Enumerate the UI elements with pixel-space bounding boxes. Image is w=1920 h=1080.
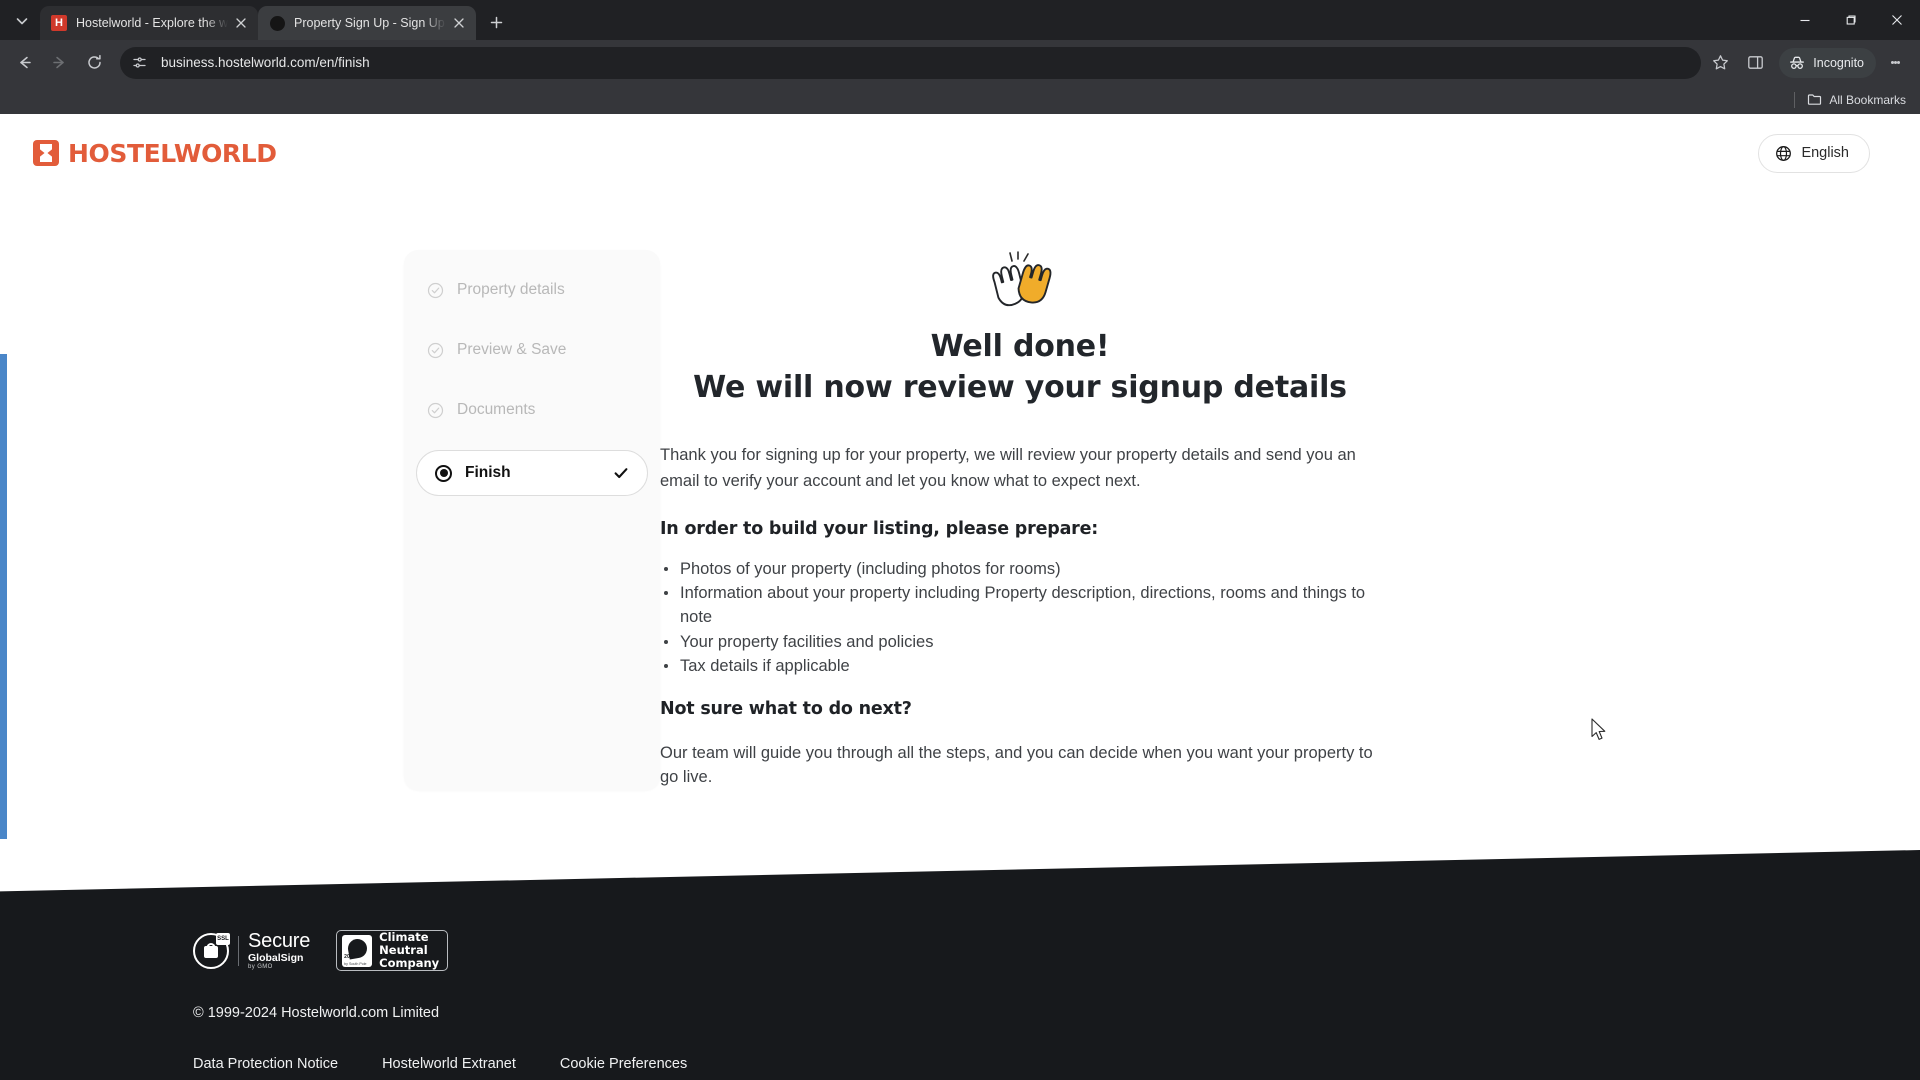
prepare-list: Photos of your property (including photo… [660, 557, 1380, 679]
climate-by: by South Pole [344, 961, 367, 966]
climate-line-3: Company [379, 955, 440, 970]
secure-subprovider: by GMO [248, 964, 273, 971]
three-dot-menu-icon[interactable] [1880, 47, 1910, 79]
clapping-hands-emoji [660, 250, 1380, 312]
secure-badge-text: Secure GlobalSign by GMO [248, 931, 310, 971]
next-paragraph: Our team will guide you through all the … [660, 743, 1373, 787]
link-data-protection-notice[interactable]: Data Protection Notice [193, 1056, 338, 1072]
star-icon[interactable] [1704, 47, 1736, 79]
reload-icon[interactable] [78, 47, 110, 79]
site-header: HOSTELWORLD English [0, 114, 1920, 192]
signup-stepper: Property details Preview & Save Document… [404, 250, 660, 791]
bookmarks-bar: All Bookmarks [0, 85, 1920, 114]
climate-neutral-badge[interactable]: 2023 by South Pole Climate Neutral Compa… [336, 930, 449, 971]
confirmation-panel: Well done! We will now review your signu… [660, 250, 1500, 790]
page-viewport: HOSTELWORLD English Property details Pre… [0, 114, 1920, 1080]
language-label: English [1801, 145, 1849, 161]
forward-arrow-icon[interactable] [43, 47, 75, 79]
all-bookmarks-button[interactable]: All Bookmarks [1807, 92, 1906, 107]
climate-swoosh-icon: 2023 by South Pole [342, 934, 373, 967]
minimize-icon[interactable] [1782, 0, 1828, 40]
address-bar[interactable]: business.hostelworld.com/en/finish [120, 46, 1702, 79]
list-item: Information about your property includin… [660, 581, 1380, 630]
tab-search-icon[interactable] [8, 7, 36, 35]
climate-line-2: Neutral [379, 943, 428, 958]
close-icon[interactable] [232, 14, 250, 32]
radio-filled-icon [435, 464, 452, 482]
browser-toolbar: business.hostelworld.com/en/finish Incog… [0, 40, 1920, 85]
headline-line-2: We will now review your signup details [693, 370, 1347, 406]
hostelworld-favicon: H [51, 15, 67, 31]
window-close-icon[interactable] [1874, 0, 1920, 40]
brand-name: HOSTELWORLD [68, 138, 277, 168]
step-finish[interactable]: Finish [416, 450, 648, 496]
tune-sliders-icon[interactable] [126, 50, 152, 76]
window-controls [1782, 0, 1920, 40]
tab-strip: H Hostelworld - Explore the world Proper… [0, 0, 1920, 40]
maximize-icon[interactable] [1828, 0, 1874, 40]
secure-title: Secure [248, 929, 311, 952]
step-label: Property details [457, 281, 565, 298]
list-item: Photos of your property (including photo… [660, 557, 1380, 581]
link-cookie-preferences[interactable]: Cookie Preferences [560, 1056, 687, 1072]
step-label: Documents [457, 401, 536, 418]
site-footer: SSL Secure GlobalSign by GMO 2023 by Sou… [0, 850, 1920, 1080]
step-preview-and-save[interactable]: Preview & Save [404, 330, 660, 370]
hostelworld-logo[interactable]: HOSTELWORLD [33, 139, 277, 168]
copyright-text: © 1999-2024 Hostelworld.com Limited [193, 1005, 440, 1021]
trust-badges: SSL Secure GlobalSign by GMO 2023 by Sou… [193, 930, 1920, 971]
step-documents[interactable]: Documents [404, 390, 660, 430]
hostelworld-mark-icon [33, 140, 59, 166]
divider [238, 935, 239, 966]
list-item: Your property facilities and policies [660, 630, 1380, 654]
incognito-label: Incognito [1813, 55, 1864, 70]
browser-tab-1[interactable]: H Hostelworld - Explore the world [40, 6, 258, 40]
stepper-column: Property details Preview & Save Document… [0, 250, 660, 791]
side-panel-icon[interactable] [1739, 47, 1771, 79]
globalsign-secure-badge[interactable]: SSL Secure GlobalSign by GMO [193, 931, 310, 971]
step-label: Finish [465, 464, 511, 481]
back-arrow-icon[interactable] [8, 47, 40, 79]
tab-title: Hostelworld - Explore the world [76, 16, 228, 30]
prepare-heading: In order to build your listing, please p… [660, 518, 1099, 539]
check-circle-icon [426, 341, 444, 359]
browser-window: H Hostelworld - Explore the world Proper… [0, 0, 1920, 1080]
close-icon[interactable] [450, 14, 468, 32]
browser-tab-2[interactable]: Property Sign Up - Sign Up Com [258, 6, 476, 40]
ssl-tag: SSL [216, 932, 230, 945]
secure-provider: GlobalSign [248, 951, 304, 964]
check-circle-icon [426, 281, 444, 299]
divider [1794, 91, 1796, 108]
next-heading: Not sure what to do next? [660, 698, 912, 719]
folder-icon [1808, 94, 1822, 105]
incognito-profile-chip[interactable]: Incognito [1779, 47, 1876, 78]
language-selector-button[interactable]: English [1758, 133, 1870, 173]
content-area: Property details Preview & Save Document… [0, 192, 1920, 791]
dark-circle-favicon [269, 15, 285, 31]
climate-year: 2023 [344, 953, 356, 960]
intro-paragraph: Thank you for signing up for your proper… [660, 445, 1356, 490]
all-bookmarks-label: All Bookmarks [1829, 92, 1906, 107]
step-property-details[interactable]: Property details [404, 270, 660, 310]
page-title: Well done! We will now review your signu… [660, 326, 1380, 409]
new-tab-button[interactable] [482, 8, 510, 36]
check-icon [613, 465, 629, 481]
toolbar-actions: Incognito [1701, 47, 1910, 79]
climate-badge-text: Climate Neutral Company [379, 931, 439, 970]
footer-links: Data Protection Notice Hostelworld Extra… [193, 1056, 1920, 1072]
url-text: business.hostelworld.com/en/finish [161, 55, 370, 70]
incognito-hat-icon [1790, 56, 1805, 69]
tab-title: Property Sign Up - Sign Up Com [294, 16, 446, 30]
globe-icon [1776, 145, 1792, 161]
list-item: Tax details if applicable [660, 654, 1380, 678]
check-circle-icon [426, 401, 444, 419]
headline-line-1: Well done! [930, 329, 1110, 364]
step-label: Preview & Save [457, 341, 567, 358]
padlock-icon: SSL [193, 932, 230, 969]
page-focus-indicator [0, 354, 7, 839]
link-hostelworld-extranet[interactable]: Hostelworld Extranet [382, 1056, 516, 1072]
